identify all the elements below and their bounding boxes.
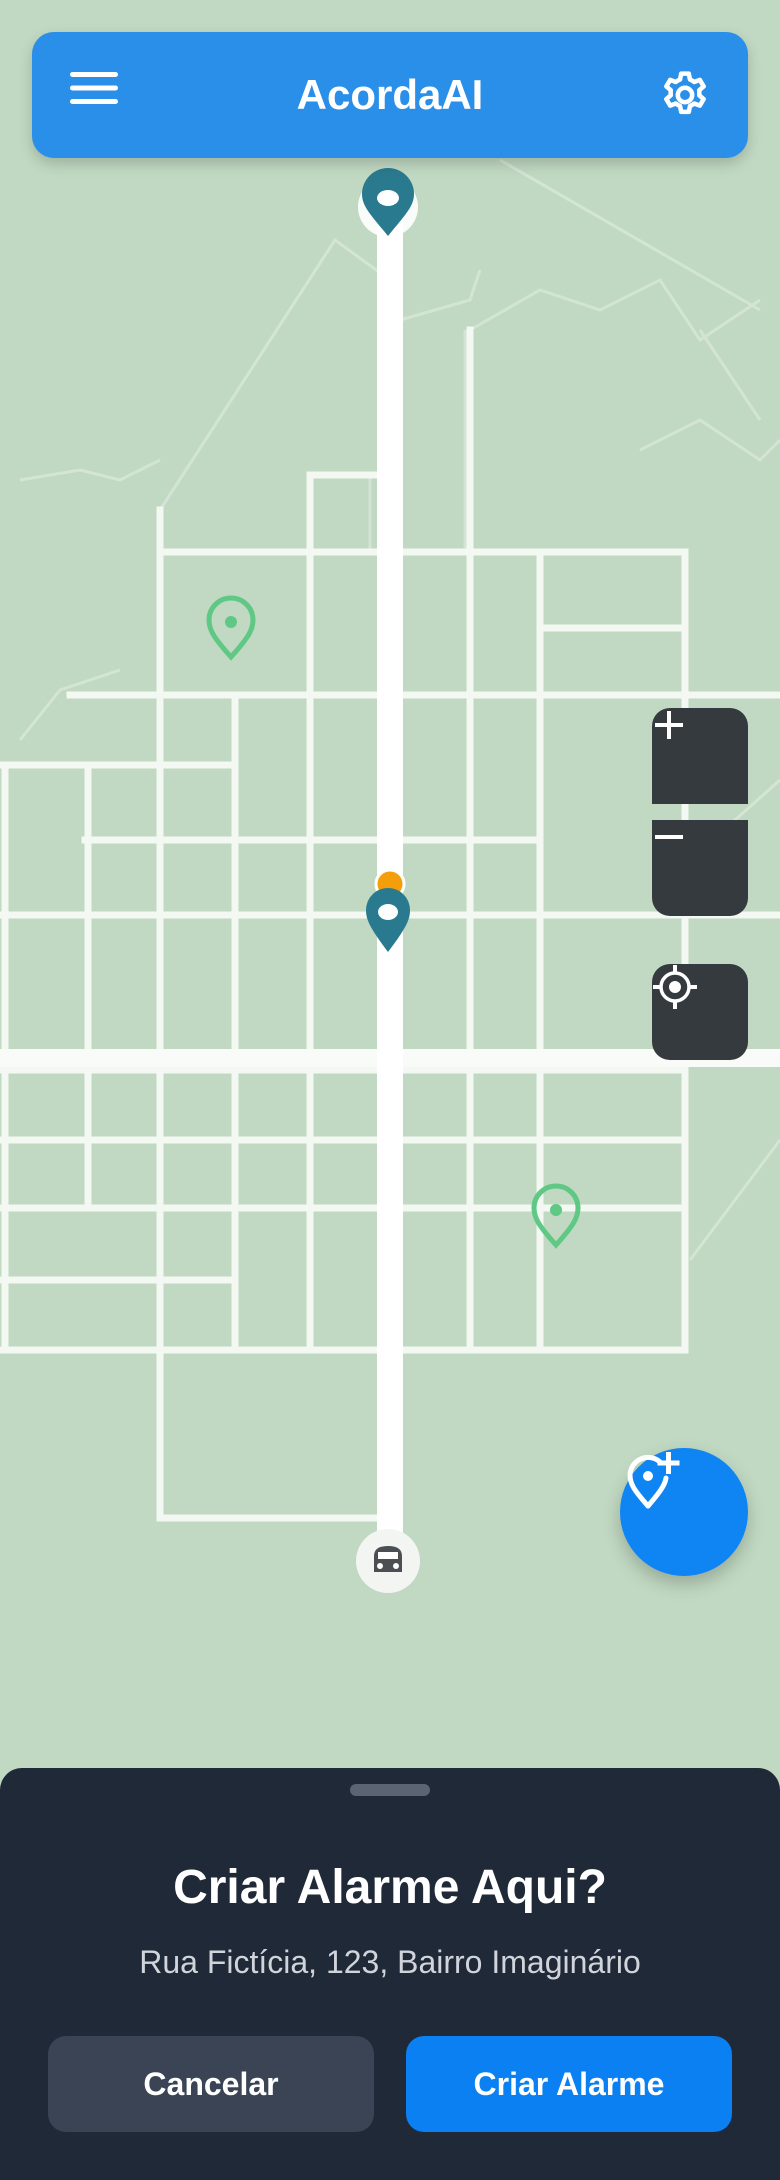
create-alarm-button[interactable]: Criar Alarme [406, 2036, 732, 2132]
add-alarm-fab[interactable] [620, 1448, 748, 1576]
settings-button[interactable] [658, 68, 714, 124]
app-title: AcordaAI [296, 71, 484, 118]
route-start-pin[interactable] [358, 168, 418, 237]
selected-address: Rua Fictícia, 123, Bairro Imaginário [139, 1944, 641, 1980]
gear-icon [664, 71, 706, 115]
app-header: AcordaAI [32, 32, 748, 158]
menu-button[interactable] [70, 70, 120, 120]
create-alarm-sheet: Criar Alarme Aqui? Rua Fictícia, 123, Ba… [0, 1768, 780, 2180]
minus-icon [655, 835, 683, 839]
route-end-marker[interactable] [356, 1529, 420, 1593]
locate-me-button[interactable] [652, 964, 748, 1060]
map-view[interactable]: AcordaAI [0, 0, 780, 1768]
zoom-in-button[interactable] [652, 708, 748, 804]
saved-alarm-pin[interactable] [206, 595, 256, 661]
zoom-out-button[interactable] [652, 820, 748, 916]
sheet-drag-handle[interactable] [350, 1784, 430, 1796]
add-location-icon [627, 1452, 680, 1509]
crosshair-icon [653, 965, 697, 1009]
sheet-title: Criar Alarme Aqui? [173, 1861, 607, 1914]
selected-location-pin[interactable] [366, 888, 410, 952]
cancel-button[interactable]: Cancelar [48, 2036, 374, 2132]
plus-icon [655, 711, 683, 739]
hamburger-menu-icon [70, 72, 118, 104]
